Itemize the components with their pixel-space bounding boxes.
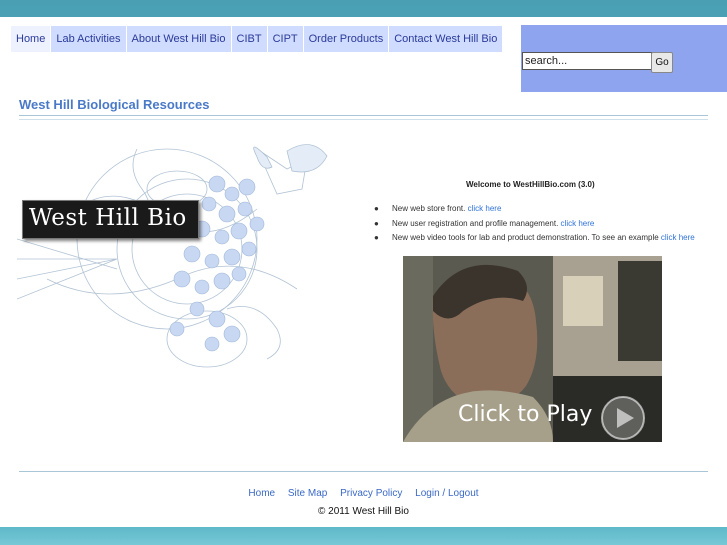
hero-illustration <box>17 144 328 368</box>
footer-link-login[interactable]: Login / Logout <box>415 488 478 499</box>
news-list: ● New web store front. click here ● New … <box>374 202 695 246</box>
welcome-heading: Welcome to WestHillBio.com (3.0) <box>466 180 595 189</box>
nav-item-contact[interactable]: Contact West Hill Bio <box>389 26 504 52</box>
list-item: ● New user registration and profile mana… <box>374 217 695 232</box>
registration-link[interactable]: click here <box>561 217 595 232</box>
bullet-icon: ● <box>374 218 379 228</box>
footer-link-site-map[interactable]: Site Map <box>288 488 327 499</box>
footer-link-home[interactable]: Home <box>248 488 275 499</box>
brand-logo-text: West Hill Bio <box>29 205 187 231</box>
video-play-label: Click to Play <box>458 402 593 427</box>
footer-band <box>0 527 727 545</box>
page-container: Home Lab Activities About West Hill Bio … <box>0 17 727 527</box>
main-nav: Home Lab Activities About West Hill Bio … <box>11 26 504 52</box>
nav-item-cibt[interactable]: CIBT <box>232 26 268 52</box>
nav-item-about[interactable]: About West Hill Bio <box>127 26 232 52</box>
brand-logo: West Hill Bio <box>22 200 199 239</box>
video-player[interactable]: Click to Play <box>403 256 662 442</box>
search-go-button[interactable]: Go <box>651 52 673 73</box>
nav-item-order-products[interactable]: Order Products <box>304 26 390 52</box>
bullet-icon: ● <box>374 233 379 242</box>
news-text: New user registration and profile manage… <box>392 218 559 228</box>
list-item: ● New web video tools for lab and produc… <box>374 231 695 246</box>
web-store-link[interactable]: click here <box>468 202 502 217</box>
search-panel: Go <box>521 25 727 92</box>
video-example-link[interactable]: click here <box>661 231 695 246</box>
news-text: New web video tools for lab and product … <box>392 233 659 242</box>
nav-item-home[interactable]: Home <box>11 26 52 52</box>
bullet-icon: ● <box>374 204 379 213</box>
list-item: ● New web store front. click here <box>374 202 695 217</box>
nav-item-cipt[interactable]: CIPT <box>268 26 304 52</box>
news-text: New web store front. <box>392 204 466 213</box>
footer-link-privacy[interactable]: Privacy Policy <box>340 488 402 499</box>
header-divider <box>19 115 708 116</box>
play-icon[interactable] <box>601 396 645 440</box>
nav-item-lab-activities[interactable]: Lab Activities <box>51 26 127 52</box>
header-divider-secondary <box>19 119 708 120</box>
page-title: West Hill Biological Resources <box>19 97 210 112</box>
footer-divider <box>19 471 708 472</box>
copyright-text: © 2011 West Hill Bio <box>318 506 409 517</box>
footer-nav: Home Site Map Privacy Policy Login / Log… <box>0 488 727 499</box>
search-input[interactable] <box>522 52 652 70</box>
